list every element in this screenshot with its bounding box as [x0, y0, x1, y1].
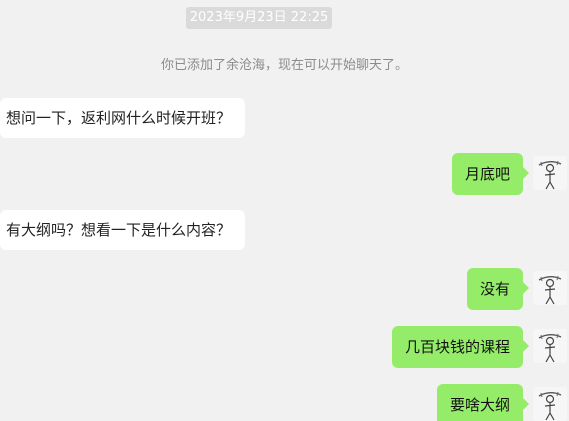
message-timestamp: 2023年9月23日 22:25 — [186, 7, 332, 29]
avatar-icon[interactable] — [533, 271, 567, 305]
outgoing-message-bubble[interactable]: 没有 — [466, 268, 530, 310]
sketch-figure-avatar-icon — [538, 275, 562, 305]
system-message: 你已添加了余沧海，现在可以开始聊天了。 — [160, 58, 408, 73]
outgoing-message-bubble[interactable]: 几百块钱的课程 — [391, 326, 530, 368]
sketch-figure-avatar-icon — [538, 391, 562, 421]
sketch-figure-avatar-icon — [538, 160, 562, 190]
avatar-icon[interactable] — [533, 329, 567, 363]
chat-window: 2023年9月23日 22:25 你已添加了余沧海，现在可以开始聊天了。 想问一… — [0, 0, 569, 421]
outgoing-message-bubble[interactable]: 要啥大纲 — [436, 384, 530, 421]
incoming-message-bubble[interactable]: 有大纲吗？想看一下是什么内容？ — [0, 210, 246, 250]
avatar-icon[interactable] — [533, 387, 567, 421]
outgoing-message-bubble[interactable]: 月底吧 — [451, 153, 530, 195]
avatar-icon[interactable] — [533, 156, 567, 190]
incoming-message-bubble[interactable]: 想问一下，返利网什么时候开班？ — [0, 98, 246, 138]
sketch-figure-avatar-icon — [538, 333, 562, 363]
